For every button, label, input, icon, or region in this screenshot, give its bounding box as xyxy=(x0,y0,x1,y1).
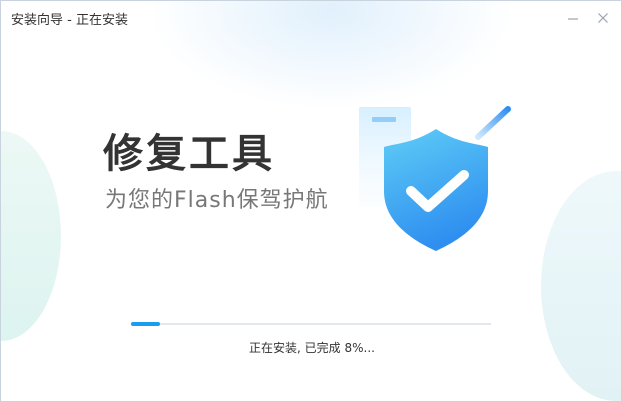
product-subheading: 为您的Flash保驾护航 xyxy=(105,188,329,213)
minimize-button[interactable] xyxy=(565,10,581,26)
close-button[interactable] xyxy=(595,10,611,26)
minimize-icon xyxy=(568,18,578,20)
product-heading: 修复工具 xyxy=(103,131,275,177)
progress-bar xyxy=(131,322,491,326)
progress-fill xyxy=(131,322,160,326)
window-title: 安装向导 - 正在安装 xyxy=(11,13,128,28)
title-bar[interactable]: 安装向导 - 正在安装 xyxy=(1,1,621,35)
shield-check-icon xyxy=(359,106,511,251)
decor-blob-right xyxy=(541,171,621,401)
decor-blob-left xyxy=(1,131,61,341)
progress-status-text: 正在安装, 已完成 8%... xyxy=(249,341,375,355)
installer-window: 安装向导 - 正在安装 修复工具 为您的Flash保驾护航 正在安装, 已完成 … xyxy=(0,0,622,402)
close-icon xyxy=(598,13,608,23)
